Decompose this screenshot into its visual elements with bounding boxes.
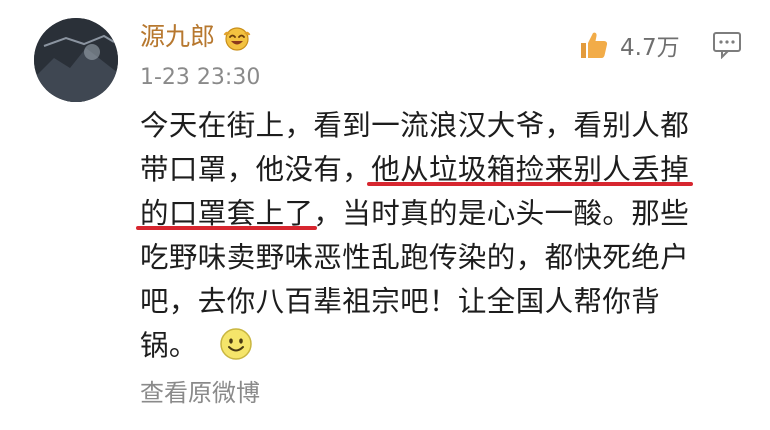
highlighted-text: 的口罩套上了 xyxy=(140,197,314,230)
post-content: 今天在街上，看到一流浪汉大爷，看别人都 带口罩，他没有，他从垃圾箱捡来别人丢掉 … xyxy=(140,104,740,368)
content-text: 今天在街上，看到一流浪汉大爷，看别人都 xyxy=(140,109,690,142)
username[interactable]: 源九郎 xyxy=(140,20,251,54)
smile-emoji-icon xyxy=(219,327,253,361)
avatar[interactable] xyxy=(34,18,118,102)
like-count: 4.7万 xyxy=(620,35,680,61)
content-line: 吧，去你八百辈祖宗吧！让全国人帮你背 xyxy=(140,280,740,324)
laughing-emoji-icon xyxy=(223,25,251,51)
content-text: 锅。 xyxy=(140,329,198,362)
content-text: 吃野味卖野味恶性乱跑传染的，都快死绝户 xyxy=(140,241,690,274)
comment-icon[interactable] xyxy=(712,31,742,59)
username-text[interactable]: 源九郎 xyxy=(140,20,215,54)
content-line: 锅。 xyxy=(140,324,740,368)
post-timestamp: 1-23 23:30 xyxy=(140,65,261,90)
view-original-link[interactable]: 查看原微博 xyxy=(140,376,260,410)
content-line: 带口罩，他没有，他从垃圾箱捡来别人丢掉 xyxy=(140,148,740,192)
content-line: 今天在街上，看到一流浪汉大爷，看别人都 xyxy=(140,104,740,148)
like-button[interactable]: 4.7万 xyxy=(578,28,680,62)
highlighted-text: 他从垃圾箱捡来别人丢掉 xyxy=(371,153,690,186)
content-text: ，当时真的是心头一酸。那些 xyxy=(313,197,690,230)
content-line: 吃野味卖野味恶性乱跑传染的，都快死绝户 xyxy=(140,236,740,280)
content-text: 吧，去你八百辈祖宗吧！让全国人帮你背 xyxy=(140,285,661,318)
thumbs-up-icon xyxy=(581,32,608,58)
content-text: 带口罩，他没有， xyxy=(140,153,372,186)
content-line: 的口罩套上了，当时真的是心头一酸。那些 xyxy=(140,192,740,236)
